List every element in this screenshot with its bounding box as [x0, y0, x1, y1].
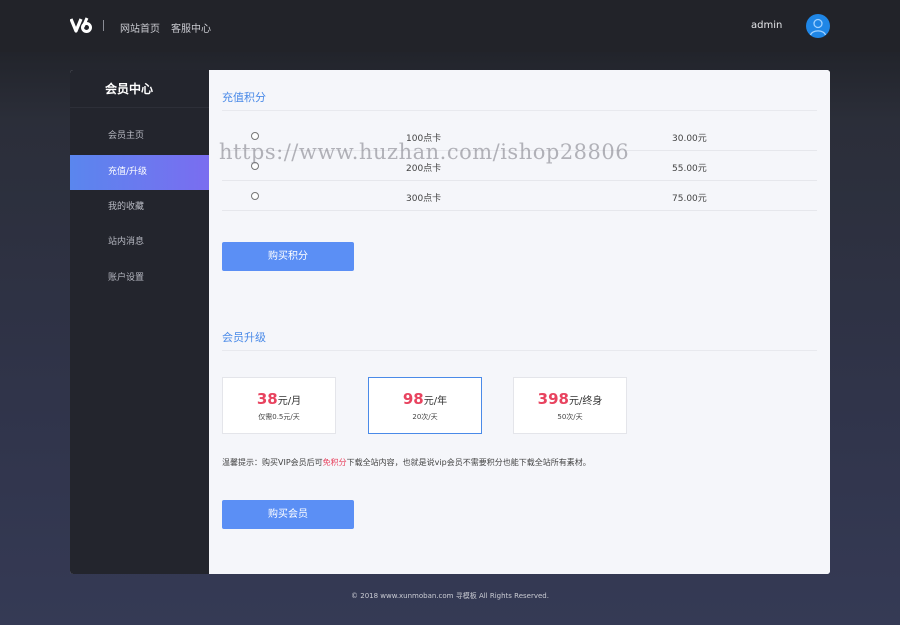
option-radio[interactable] [251, 192, 259, 200]
username-label[interactable]: admin [751, 20, 782, 31]
plan-note: 仅需0.5元/天 [258, 413, 300, 421]
tip-text: 温馨提示：购买VIP会员后可免积分下载全站内容，也就是说vip会员不需要积分也能… [222, 458, 591, 467]
section-divider [222, 350, 817, 351]
sidebar: 会员中心 会员主页 充值/升级 我的收藏 站内消息 账户设置 [70, 70, 209, 574]
upgrade-section-title: 会员升级 [222, 331, 266, 344]
option-name: 300点卡 [406, 194, 442, 204]
option-price: 55.00元 [672, 164, 707, 174]
buy-points-button[interactable]: 购买积分 [222, 242, 354, 271]
plan-price: 98元/年 [402, 390, 448, 408]
plan-price: 38元/月 [256, 390, 302, 408]
nav-link-home[interactable]: 网站首页 [120, 20, 160, 35]
top-navigation-bar: 网站首页 客服中心 admin [0, 0, 900, 52]
footer-copyright: © 2018 www.xunmoban.com 寻模板 All Rights R… [351, 592, 549, 600]
sidebar-item-recharge-upgrade[interactable]: 充值/升级 [70, 155, 209, 190]
plan-card-monthly[interactable]: 38元/月 仅需0.5元/天 [222, 377, 336, 434]
sidebar-item-messages[interactable]: 站内消息 [70, 225, 209, 260]
section-divider [222, 110, 817, 111]
sidebar-item-member-home[interactable]: 会员主页 [70, 119, 209, 154]
user-avatar[interactable] [806, 14, 830, 38]
option-price: 30.00元 [672, 134, 707, 144]
option-radio[interactable] [251, 132, 259, 140]
nav-divider [103, 20, 104, 31]
recharge-section-title: 充值积分 [222, 91, 266, 104]
watermark-text: https://www.huzhan.com/ishop28806 [219, 140, 630, 164]
logo-icon[interactable] [70, 15, 92, 35]
sidebar-item-account-settings[interactable]: 账户设置 [70, 261, 209, 296]
plan-card-yearly[interactable]: 98元/年 20次/天 [368, 377, 482, 434]
plan-note: 20次/天 [412, 413, 438, 421]
user-icon [809, 18, 827, 36]
sidebar-item-favorites[interactable]: 我的收藏 [70, 190, 209, 225]
plan-note: 50次/天 [557, 413, 583, 421]
option-price: 75.00元 [672, 194, 707, 204]
sidebar-title: 会员中心 [70, 70, 209, 108]
plan-price: 398元/终身 [537, 390, 603, 408]
nav-link-customer-service[interactable]: 客服中心 [171, 20, 211, 35]
plan-card-lifetime[interactable]: 398元/终身 50次/天 [513, 377, 627, 434]
buy-membership-button[interactable]: 购买会员 [222, 500, 354, 529]
recharge-option-row[interactable]: 300点卡 75.00元 [222, 181, 817, 211]
